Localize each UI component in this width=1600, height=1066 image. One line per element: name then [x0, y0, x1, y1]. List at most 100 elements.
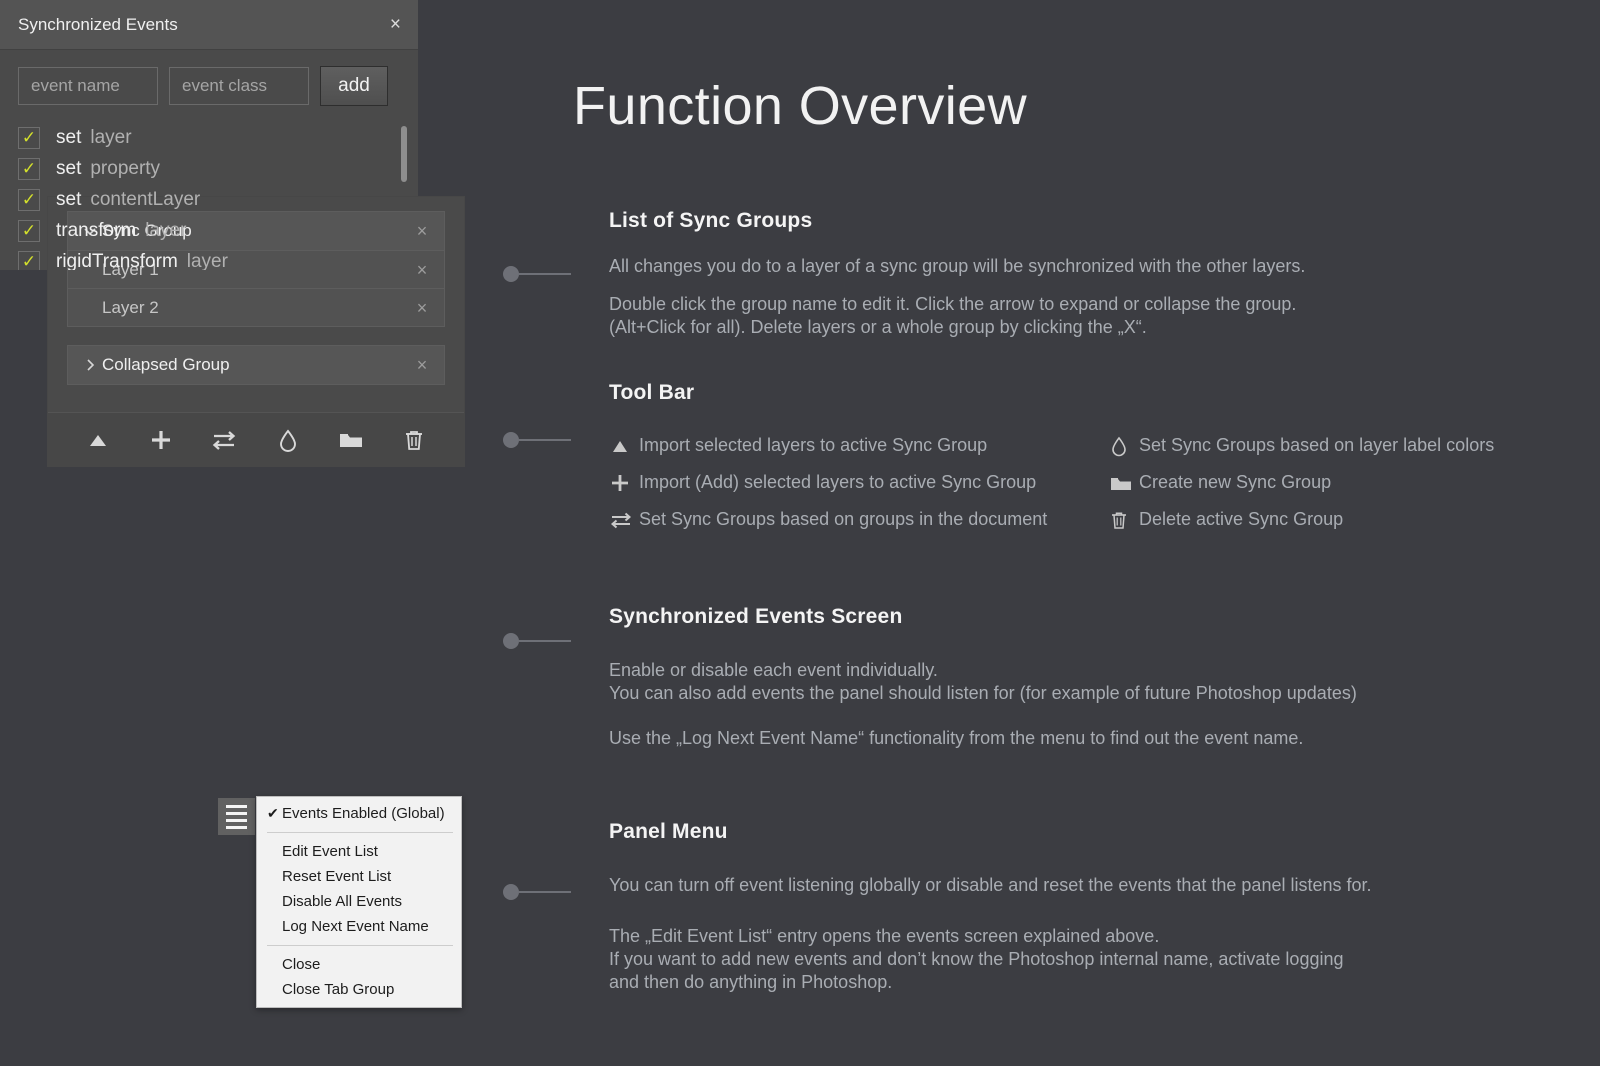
- event-class: contentLayer: [90, 188, 201, 210]
- connector-dot: [503, 884, 519, 900]
- event-list-item[interactable]: ✓ rigidTransform layer: [18, 246, 418, 270]
- layer-name: Layer 2: [102, 297, 159, 317]
- legend-item: Set Sync Groups based on layer label col…: [1109, 427, 1569, 464]
- folder-icon: [1109, 472, 1139, 494]
- event-checkbox[interactable]: ✓: [18, 188, 40, 211]
- menu-item-close[interactable]: Close: [257, 952, 461, 977]
- connector-sync-groups: [503, 265, 571, 283]
- connector-line: [519, 273, 571, 275]
- event-class: layer: [186, 250, 228, 271]
- connector-dot: [503, 266, 519, 282]
- paragraph-line: and then do anything in Photoshop.: [609, 972, 893, 993]
- close-icon[interactable]: ×: [390, 15, 401, 34]
- plus-icon: [609, 472, 639, 494]
- close-icon[interactable]: ×: [412, 356, 432, 374]
- paragraph-line: Double click the group name to edit it. …: [609, 294, 1297, 315]
- section-paragraph: You can turn off event listening globall…: [609, 875, 1372, 895]
- legend-item: Import (Add) selected layers to active S…: [609, 464, 1109, 501]
- event-name: transform: [56, 219, 137, 241]
- section-paragraph: Enable or disable each event individuall…: [609, 659, 1569, 705]
- menu-item-reset-event-list[interactable]: Reset Event List: [257, 864, 461, 889]
- section-paragraph: The „Edit Event List“ entry opens the ev…: [609, 925, 1569, 994]
- section-tool-bar: Tool Bar Import selected layers to activ…: [609, 381, 1569, 538]
- sync-group-collapsed: Collapsed Group ×: [67, 345, 445, 385]
- legend-item: Create new Sync Group: [1109, 464, 1569, 501]
- event-checkbox[interactable]: ✓: [18, 219, 40, 242]
- events-panel-title: Synchronized Events: [18, 14, 178, 34]
- toolbar-legend-right: Set Sync Groups based on layer label col…: [1109, 427, 1569, 538]
- overview-page: Function Overview Sync Group × Layer 1 ×…: [0, 0, 1600, 1066]
- connector-tool-bar: [503, 431, 571, 449]
- events-list: ✓ set layer ✓ set property ✓ set content…: [0, 116, 418, 270]
- menu-item-label: Close: [282, 956, 321, 973]
- menu-item-log-next-event-name[interactable]: Log Next Event Name: [257, 914, 461, 939]
- event-list-item[interactable]: ✓ set contentLayer: [18, 184, 418, 215]
- hamburger-line: [226, 804, 247, 808]
- sync-panel-toolbar: [48, 412, 464, 466]
- event-class: layer: [90, 126, 132, 148]
- hamburger-line: [226, 825, 247, 829]
- menu-item-close-tab-group[interactable]: Close Tab Group: [257, 977, 461, 1002]
- menu-item-label: Events Enabled (Global): [282, 805, 445, 822]
- paragraph-line: The „Edit Event List“ entry opens the ev…: [609, 926, 1160, 947]
- hamburger-line: [226, 811, 247, 815]
- connector-line: [519, 891, 571, 893]
- event-name: rigidTransform: [56, 250, 178, 271]
- section-events-screen: Synchronized Events Screen Enable or dis…: [609, 605, 1569, 750]
- sync-group-layer-row[interactable]: Layer 2 ×: [68, 288, 444, 326]
- swap-arrows-icon: [609, 509, 639, 531]
- connector-dot: [503, 432, 519, 448]
- hamburger-line: [226, 818, 247, 822]
- event-checkbox[interactable]: ✓: [18, 250, 40, 270]
- menu-item-label: Edit Event List: [282, 843, 378, 860]
- section-title: Synchronized Events Screen: [609, 605, 903, 628]
- triangle-up-icon[interactable]: [66, 413, 129, 466]
- event-checkbox[interactable]: ✓: [18, 157, 40, 180]
- synchronized-events-panel: Synchronized Events × event name event c…: [0, 0, 418, 270]
- menu-item-label: Reset Event List: [282, 868, 392, 885]
- connector-dot: [503, 633, 519, 649]
- menu-item-label: Log Next Event Name: [282, 918, 429, 935]
- section-title: Tool Bar: [609, 381, 695, 404]
- event-checkbox[interactable]: ✓: [18, 126, 40, 149]
- close-icon[interactable]: ×: [412, 299, 432, 317]
- sync-group-name: Collapsed Group: [102, 355, 230, 374]
- section-title: List of Sync Groups: [609, 209, 813, 232]
- connector-events-screen: [503, 632, 571, 650]
- menu-item-edit-event-list[interactable]: Edit Event List: [257, 839, 461, 864]
- event-name: set: [56, 126, 82, 148]
- folder-icon[interactable]: [319, 413, 382, 466]
- event-list-item[interactable]: ✓ set property: [18, 153, 418, 184]
- trash-icon[interactable]: [383, 413, 446, 466]
- legend-label: Import (Add) selected layers to active S…: [639, 472, 1037, 492]
- legend-item: Set Sync Groups based on groups in the d…: [609, 501, 1109, 538]
- section-paragraph: Double click the group name to edit it. …: [609, 293, 1569, 339]
- sync-group-header-row[interactable]: Collapsed Group ×: [68, 346, 444, 384]
- swap-arrows-icon[interactable]: [193, 413, 256, 466]
- connector-panel-menu: [503, 883, 571, 901]
- event-list-item[interactable]: ✓ set layer: [18, 122, 418, 153]
- chevron-right-icon[interactable]: [82, 357, 102, 373]
- paragraph-line: (Alt+Click for all). Delete layers or a …: [609, 317, 1147, 338]
- droplet-icon: [1109, 435, 1139, 457]
- menu-item-disable-all-events[interactable]: Disable All Events: [257, 889, 461, 914]
- scrollbar-thumb[interactable]: [401, 126, 407, 182]
- paragraph-line: Enable or disable each event individuall…: [609, 660, 938, 680]
- plus-icon[interactable]: [129, 413, 192, 466]
- menu-item-events-enabled[interactable]: ✔ Events Enabled (Global): [257, 801, 461, 826]
- event-class: property: [90, 157, 161, 179]
- check-icon: ✔: [267, 805, 279, 821]
- triangle-up-icon: [609, 435, 639, 457]
- hamburger-icon[interactable]: [218, 798, 255, 835]
- event-list-item[interactable]: ✓ transform layer: [18, 215, 418, 246]
- section-paragraph: All changes you do to a layer of a sync …: [609, 256, 1306, 276]
- legend-label: Set Sync Groups based on groups in the d…: [639, 509, 1048, 529]
- panel-menu-dropdown: ✔ Events Enabled (Global) Edit Event Lis…: [256, 796, 462, 1008]
- menu-item-label: Disable All Events: [282, 893, 403, 910]
- droplet-icon[interactable]: [256, 413, 319, 466]
- toolbar-legend-left: Import selected layers to active Sync Gr…: [609, 427, 1109, 538]
- menu-separator: [267, 945, 453, 946]
- legend-item: Delete active Sync Group: [1109, 501, 1569, 538]
- events-list-scrollbar[interactable]: [401, 126, 407, 252]
